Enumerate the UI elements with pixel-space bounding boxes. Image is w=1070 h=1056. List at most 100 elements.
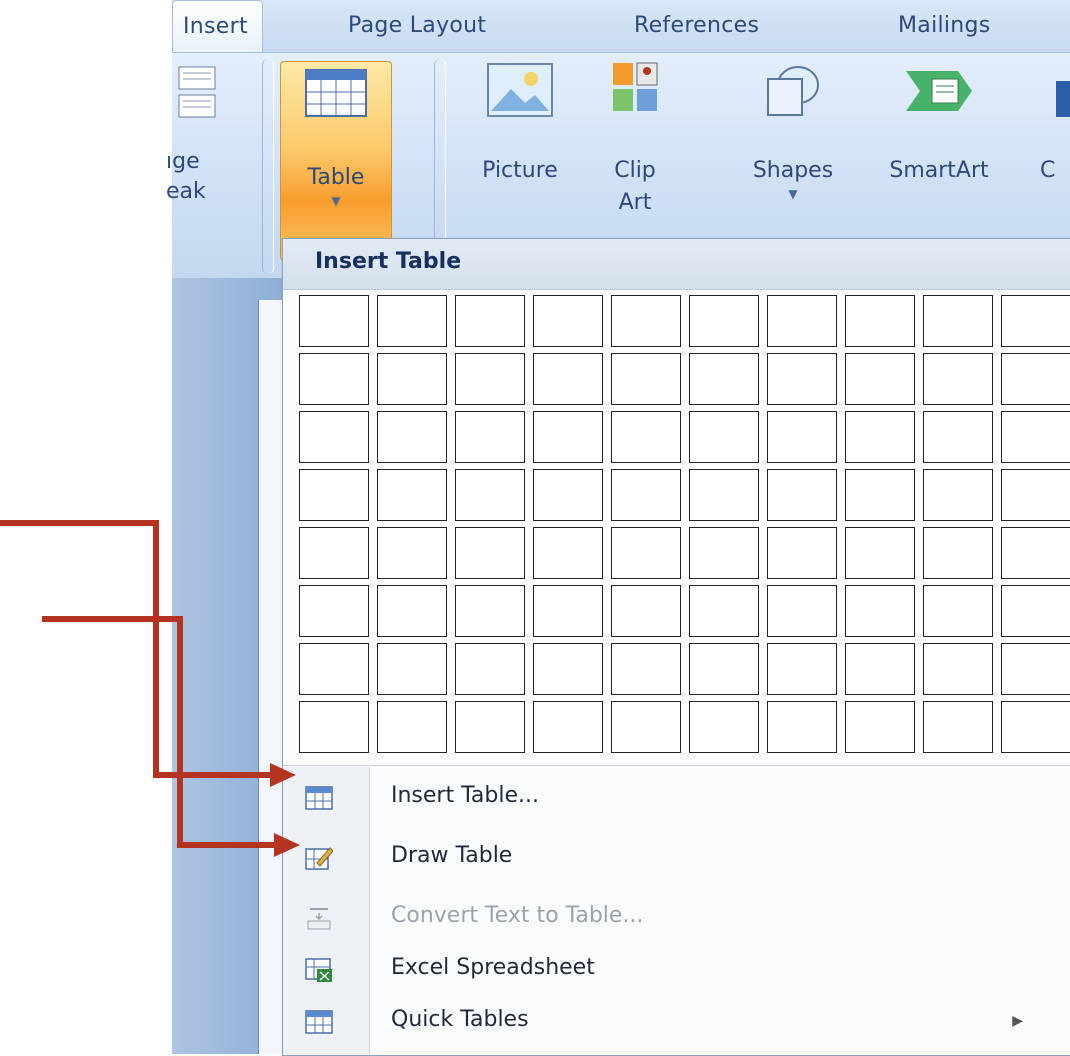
- tab-page-layout[interactable]: Page Layout: [348, 0, 486, 52]
- grid-cell[interactable]: [1001, 411, 1070, 463]
- grid-cell[interactable]: [455, 643, 525, 695]
- shapes-button[interactable]: Shapes ▼: [732, 61, 854, 261]
- grid-cell[interactable]: [533, 701, 603, 753]
- grid-cell[interactable]: [689, 469, 759, 521]
- grid-cell[interactable]: [845, 527, 915, 579]
- grid-cell[interactable]: [299, 643, 369, 695]
- table-size-grid[interactable]: [299, 295, 1070, 765]
- tab-mailings[interactable]: Mailings: [898, 0, 991, 52]
- grid-cell[interactable]: [767, 295, 837, 347]
- grid-cell[interactable]: [299, 585, 369, 637]
- page-break-button[interactable]: ıge eak: [166, 61, 228, 261]
- menu-item-insert-table[interactable]: Insert Table...: [283, 771, 1070, 827]
- clipart-button[interactable]: Clip Art: [592, 61, 678, 261]
- grid-cell[interactable]: [611, 295, 681, 347]
- grid-cell[interactable]: [1001, 527, 1070, 579]
- grid-cell[interactable]: [299, 353, 369, 405]
- grid-cell[interactable]: [533, 643, 603, 695]
- tab-insert[interactable]: Insert: [172, 0, 263, 53]
- grid-cell[interactable]: [845, 643, 915, 695]
- clipart-label-1: Clip: [614, 158, 656, 183]
- grid-cell[interactable]: [377, 295, 447, 347]
- grid-cell[interactable]: [377, 411, 447, 463]
- grid-cell[interactable]: [611, 643, 681, 695]
- table-grid-icon: [305, 786, 333, 810]
- grid-cell[interactable]: [377, 469, 447, 521]
- grid-cell[interactable]: [455, 295, 525, 347]
- grid-cell[interactable]: [611, 585, 681, 637]
- grid-cell[interactable]: [767, 469, 837, 521]
- grid-cell[interactable]: [299, 295, 369, 347]
- grid-cell[interactable]: [533, 411, 603, 463]
- grid-cell[interactable]: [455, 527, 525, 579]
- grid-cell[interactable]: [845, 353, 915, 405]
- grid-cell[interactable]: [923, 585, 993, 637]
- grid-cell[interactable]: [923, 469, 993, 521]
- chart-button[interactable]: C: [1040, 61, 1070, 261]
- grid-cell[interactable]: [611, 701, 681, 753]
- grid-cell[interactable]: [533, 585, 603, 637]
- grid-cell[interactable]: [299, 469, 369, 521]
- grid-cell[interactable]: [689, 411, 759, 463]
- grid-cell[interactable]: [455, 469, 525, 521]
- grid-cell[interactable]: [767, 701, 837, 753]
- grid-cell[interactable]: [845, 295, 915, 347]
- grid-cell[interactable]: [845, 469, 915, 521]
- grid-cell[interactable]: [923, 295, 993, 347]
- grid-cell[interactable]: [455, 701, 525, 753]
- picture-button[interactable]: Picture: [458, 61, 582, 261]
- grid-cell[interactable]: [689, 585, 759, 637]
- grid-cell[interactable]: [767, 527, 837, 579]
- menu-item-draw-table[interactable]: Draw Table: [283, 831, 1070, 887]
- grid-cell[interactable]: [923, 527, 993, 579]
- grid-cell[interactable]: [455, 585, 525, 637]
- grid-cell[interactable]: [611, 411, 681, 463]
- menu-title: Insert Table: [315, 249, 462, 274]
- grid-cell[interactable]: [689, 701, 759, 753]
- grid-cell[interactable]: [611, 469, 681, 521]
- grid-cell[interactable]: [689, 353, 759, 405]
- grid-cell[interactable]: [923, 701, 993, 753]
- insert-table-dropdown: Insert Table Insert Table... Draw Table …: [282, 238, 1070, 1056]
- grid-cell[interactable]: [455, 353, 525, 405]
- grid-cell[interactable]: [533, 527, 603, 579]
- grid-cell[interactable]: [299, 527, 369, 579]
- grid-cell[interactable]: [923, 643, 993, 695]
- grid-cell[interactable]: [377, 585, 447, 637]
- grid-cell[interactable]: [611, 353, 681, 405]
- grid-cell[interactable]: [611, 527, 681, 579]
- grid-cell[interactable]: [377, 527, 447, 579]
- menu-item-quick-tables[interactable]: Quick Tables ▶: [283, 995, 1070, 1051]
- grid-cell[interactable]: [1001, 295, 1070, 347]
- grid-cell[interactable]: [299, 411, 369, 463]
- table-button[interactable]: Table ▼: [280, 61, 392, 261]
- grid-cell[interactable]: [845, 701, 915, 753]
- grid-cell[interactable]: [1001, 643, 1070, 695]
- grid-cell[interactable]: [377, 353, 447, 405]
- grid-cell[interactable]: [1001, 701, 1070, 753]
- grid-cell[interactable]: [1001, 469, 1070, 521]
- grid-cell[interactable]: [1001, 585, 1070, 637]
- grid-cell[interactable]: [533, 353, 603, 405]
- tab-references[interactable]: References: [634, 0, 759, 52]
- grid-cell[interactable]: [689, 295, 759, 347]
- grid-cell[interactable]: [923, 353, 993, 405]
- grid-cell[interactable]: [767, 585, 837, 637]
- grid-cell[interactable]: [1001, 353, 1070, 405]
- grid-cell[interactable]: [299, 701, 369, 753]
- smartart-button[interactable]: SmartArt: [868, 61, 1010, 261]
- grid-cell[interactable]: [767, 411, 837, 463]
- grid-cell[interactable]: [377, 643, 447, 695]
- grid-cell[interactable]: [689, 643, 759, 695]
- grid-cell[interactable]: [845, 585, 915, 637]
- grid-cell[interactable]: [845, 411, 915, 463]
- menu-item-excel-spreadsheet[interactable]: Excel Spreadsheet: [283, 943, 1070, 999]
- grid-cell[interactable]: [689, 527, 759, 579]
- grid-cell[interactable]: [767, 353, 837, 405]
- grid-cell[interactable]: [767, 643, 837, 695]
- grid-cell[interactable]: [533, 295, 603, 347]
- grid-cell[interactable]: [533, 469, 603, 521]
- grid-cell[interactable]: [923, 411, 993, 463]
- grid-cell[interactable]: [377, 701, 447, 753]
- grid-cell[interactable]: [455, 411, 525, 463]
